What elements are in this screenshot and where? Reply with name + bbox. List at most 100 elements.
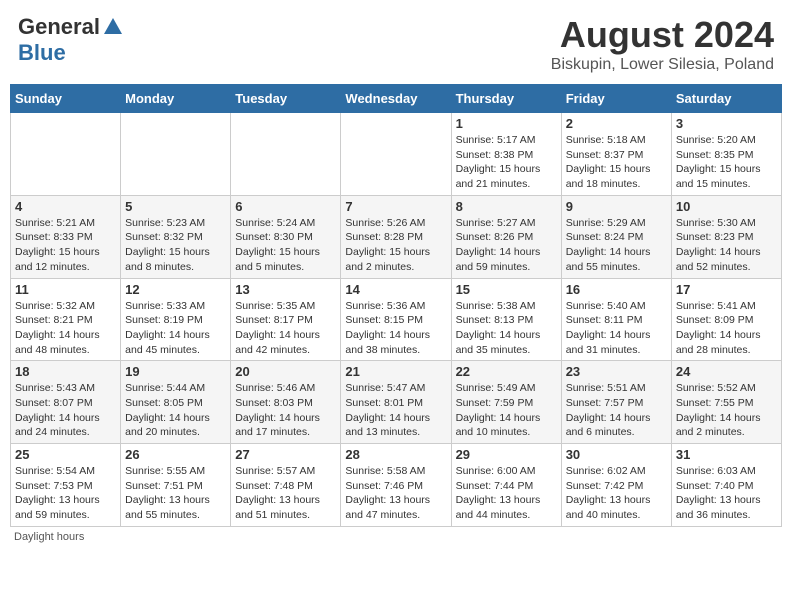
month-title: August 2024 [551,14,774,56]
header-row: SundayMondayTuesdayWednesdayThursdayFrid… [11,85,782,113]
day-cell: 15Sunrise: 5:38 AM Sunset: 8:13 PM Dayli… [451,278,561,361]
day-number: 15 [456,282,557,297]
day-info: Sunrise: 5:52 AM Sunset: 7:55 PM Dayligh… [676,381,777,440]
day-cell: 17 Sunrise: 5:41 AM Sunset: 8:09 PM Dayli… [671,278,781,361]
day-info: Sunrise: 5:18 AM Sunset: 8:37 PM Dayligh… [566,133,667,192]
day-number: 17 [676,282,777,297]
day-number: 1 [456,116,557,131]
day-cell: 21 Sunrise: 5:47 AM Sunset: 8:01 PM Dayli… [341,361,451,444]
day-cell: 10Sunrise: 5:30 AM Sunset: 8:23 PM Dayli… [671,195,781,278]
day-cell: 25 Sunrise: 5:54 AM Sunset: 7:53 PM Dayli… [11,444,121,527]
day-number: 20 [235,364,336,379]
day-header-tuesday: Tuesday [231,85,341,113]
day-cell: 28 Sunrise: 5:58 AM Sunset: 7:46 PM Dayli… [341,444,451,527]
day-cell [341,113,451,196]
logo-icon [102,16,124,38]
day-number: 6 [235,199,336,214]
logo-blue-text: Blue [18,40,66,66]
footer-note: Daylight hours [10,531,782,543]
day-cell: 3 Sunrise: 5:20 AM Sunset: 8:35 PM Daylig… [671,113,781,196]
day-number: 23 [566,364,667,379]
day-cell: 29 Sunrise: 6:00 AM Sunset: 7:44 PM Dayli… [451,444,561,527]
day-number: 22 [456,364,557,379]
day-cell: 30 Sunrise: 6:02 AM Sunset: 7:42 PM Dayli… [561,444,671,527]
week-row-1: 1 Sunrise: 5:17 AM Sunset: 8:38 PM Daylig… [11,113,782,196]
day-number: 13 [235,282,336,297]
day-number: 3 [676,116,777,131]
day-info: Sunrise: 5:58 AM Sunset: 7:46 PM Dayligh… [345,464,446,523]
day-number: 18 [15,364,116,379]
day-info: Sunrise: 5:54 AM Sunset: 7:53 PM Dayligh… [15,464,116,523]
day-cell: 2 Sunrise: 5:18 AM Sunset: 8:37 PM Daylig… [561,113,671,196]
day-number: 2 [566,116,667,131]
day-number: 5 [125,199,226,214]
day-info: Sunrise: 5:27 AM Sunset: 8:26 PM Dayligh… [456,216,557,275]
day-number: 12 [125,282,226,297]
day-number: 26 [125,447,226,462]
day-info: Sunrise: 5:33 AM Sunset: 8:19 PM Dayligh… [125,299,226,358]
location-title: Biskupin, Lower Silesia, Poland [551,56,774,74]
day-info: Sunrise: 5:26 AM Sunset: 8:28 PM Dayligh… [345,216,446,275]
day-number: 24 [676,364,777,379]
day-info: Sunrise: 5:51 AM Sunset: 7:57 PM Dayligh… [566,381,667,440]
day-info: Sunrise: 6:03 AM Sunset: 7:40 PM Dayligh… [676,464,777,523]
day-cell: 26Sunrise: 5:55 AM Sunset: 7:51 PM Dayli… [121,444,231,527]
day-cell: 16Sunrise: 5:40 AM Sunset: 8:11 PM Dayli… [561,278,671,361]
title-area: August 2024 Biskupin, Lower Silesia, Pol… [551,14,774,74]
day-number: 19 [125,364,226,379]
week-row-5: 25 Sunrise: 5:54 AM Sunset: 7:53 PM Dayli… [11,444,782,527]
day-cell: 4 Sunrise: 5:21 AM Sunset: 8:33 PM Daylig… [11,195,121,278]
day-info: Sunrise: 5:43 AM Sunset: 8:07 PM Dayligh… [15,381,116,440]
day-number: 29 [456,447,557,462]
day-number: 4 [15,199,116,214]
day-cell: 22Sunrise: 5:49 AM Sunset: 7:59 PM Dayli… [451,361,561,444]
day-cell [121,113,231,196]
day-number: 7 [345,199,446,214]
day-info: Sunrise: 5:23 AM Sunset: 8:32 PM Dayligh… [125,216,226,275]
day-cell [231,113,341,196]
day-number: 30 [566,447,667,462]
day-cell: 9 Sunrise: 5:29 AM Sunset: 8:24 PM Daylig… [561,195,671,278]
day-cell [11,113,121,196]
day-cell: 27 Sunrise: 5:57 AM Sunset: 7:48 PM Dayli… [231,444,341,527]
day-info: Sunrise: 5:41 AM Sunset: 8:09 PM Dayligh… [676,299,777,358]
day-info: Sunrise: 5:29 AM Sunset: 8:24 PM Dayligh… [566,216,667,275]
day-number: 28 [345,447,446,462]
day-header-monday: Monday [121,85,231,113]
day-info: Sunrise: 6:00 AM Sunset: 7:44 PM Dayligh… [456,464,557,523]
day-info: Sunrise: 5:57 AM Sunset: 7:48 PM Dayligh… [235,464,336,523]
logo: General Blue [18,14,126,66]
day-info: Sunrise: 5:40 AM Sunset: 8:11 PM Dayligh… [566,299,667,358]
logo-general-text: General [18,14,100,40]
day-header-friday: Friday [561,85,671,113]
day-number: 21 [345,364,446,379]
day-info: Sunrise: 5:21 AM Sunset: 8:33 PM Dayligh… [15,216,116,275]
calendar-table: SundayMondayTuesdayWednesdayThursdayFrid… [10,84,782,527]
day-cell: 6 Sunrise: 5:24 AM Sunset: 8:30 PM Daylig… [231,195,341,278]
day-number: 10 [676,199,777,214]
day-number: 9 [566,199,667,214]
day-info: Sunrise: 5:35 AM Sunset: 8:17 PM Dayligh… [235,299,336,358]
day-info: Sunrise: 5:24 AM Sunset: 8:30 PM Dayligh… [235,216,336,275]
day-info: Sunrise: 6:02 AM Sunset: 7:42 PM Dayligh… [566,464,667,523]
day-info: Sunrise: 5:17 AM Sunset: 8:38 PM Dayligh… [456,133,557,192]
day-header-sunday: Sunday [11,85,121,113]
day-info: Sunrise: 5:20 AM Sunset: 8:35 PM Dayligh… [676,133,777,192]
day-info: Sunrise: 5:44 AM Sunset: 8:05 PM Dayligh… [125,381,226,440]
day-number: 11 [15,282,116,297]
day-number: 27 [235,447,336,462]
day-header-wednesday: Wednesday [341,85,451,113]
header: General Blue August 2024 Biskupin, Lower… [10,10,782,78]
day-cell: 12 Sunrise: 5:33 AM Sunset: 8:19 PM Dayli… [121,278,231,361]
day-info: Sunrise: 5:46 AM Sunset: 8:03 PM Dayligh… [235,381,336,440]
day-cell: 13 Sunrise: 5:35 AM Sunset: 8:17 PM Dayli… [231,278,341,361]
week-row-2: 4 Sunrise: 5:21 AM Sunset: 8:33 PM Daylig… [11,195,782,278]
day-info: Sunrise: 5:47 AM Sunset: 8:01 PM Dayligh… [345,381,446,440]
day-cell: 8 Sunrise: 5:27 AM Sunset: 8:26 PM Daylig… [451,195,561,278]
day-cell: 19 Sunrise: 5:44 AM Sunset: 8:05 PM Dayli… [121,361,231,444]
day-number: 14 [345,282,446,297]
day-number: 25 [15,447,116,462]
day-cell: 31Sunrise: 6:03 AM Sunset: 7:40 PM Dayli… [671,444,781,527]
day-cell: 7 Sunrise: 5:26 AM Sunset: 8:28 PM Daylig… [341,195,451,278]
day-number: 8 [456,199,557,214]
